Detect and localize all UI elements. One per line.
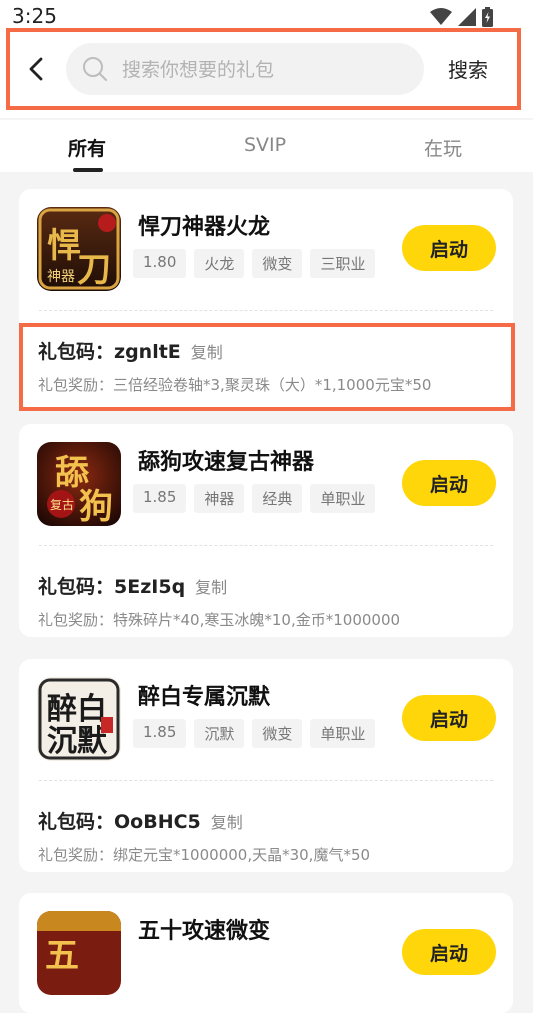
svg-text:五: 五 bbox=[45, 936, 79, 976]
divider bbox=[39, 780, 493, 781]
game-name: 舔狗攻速复古神器 bbox=[138, 450, 315, 475]
gift-code: 礼包码：OoBHC5 bbox=[38, 811, 201, 833]
divider bbox=[39, 545, 493, 546]
gift-code-row: 礼包码：OoBHC5 复制 bbox=[38, 807, 243, 834]
tag-list: 1.85 神器 经典 单职业 bbox=[133, 484, 376, 513]
game-name: 悍刀神器火龙 bbox=[138, 215, 271, 240]
tag: 沉默 bbox=[194, 719, 245, 748]
launch-button[interactable]: 启动 bbox=[402, 460, 496, 506]
gift-reward: 礼包奖励：绑定元宝*1000000,天晶*30,魔气*50 bbox=[38, 846, 371, 864]
game-logo-icon[interactable]: 醉白 沉默 bbox=[37, 677, 121, 761]
highlight-box bbox=[19, 323, 515, 411]
svg-text:沉默: 沉默 bbox=[47, 724, 108, 759]
version-tag: 1.80 bbox=[133, 249, 187, 278]
gift-card: 醉白 沉默 醉白专属沉默 1.85 沉默 微变 单职业 启动 礼包码：OoBHC… bbox=[19, 659, 513, 872]
svg-text:复古: 复古 bbox=[50, 497, 74, 512]
tab-all[interactable]: 所有 bbox=[68, 134, 106, 161]
copy-button[interactable]: 复制 bbox=[195, 574, 227, 598]
tag: 微变 bbox=[252, 719, 303, 748]
tab-bar: 所有 SVIP 在玩 bbox=[0, 120, 533, 172]
tag: 单职业 bbox=[310, 719, 376, 748]
svg-text:悍: 悍 bbox=[47, 226, 81, 266]
version-tag: 1.85 bbox=[133, 484, 187, 513]
tab-indicator bbox=[73, 168, 103, 172]
tag: 单职业 bbox=[310, 484, 376, 513]
tag: 微变 bbox=[252, 249, 303, 278]
svg-text:醉白: 醉白 bbox=[47, 692, 107, 727]
signal-icon bbox=[458, 8, 476, 26]
svg-text:狗: 狗 bbox=[79, 487, 113, 526]
svg-text:刀: 刀 bbox=[77, 250, 111, 290]
tab-playing[interactable]: 在玩 bbox=[424, 134, 462, 161]
gift-card: 五 五十攻速微变 启动 bbox=[19, 893, 513, 1013]
gift-reward: 礼包奖励：特殊碎片*40,寒玉冰魄*10,金币*1000000 bbox=[38, 611, 401, 629]
tag: 火龙 bbox=[194, 249, 245, 278]
game-logo-icon[interactable]: 五 bbox=[37, 911, 121, 995]
game-name: 醉白专属沉默 bbox=[138, 685, 271, 710]
gift-card: 舔 狗 复古 舔狗攻速复古神器 1.85 神器 经典 单职业 启动 礼包码：5E… bbox=[19, 424, 513, 637]
battery-icon bbox=[482, 7, 493, 27]
tag-list: 1.85 沉默 微变 单职业 bbox=[133, 719, 376, 748]
copy-button[interactable]: 复制 bbox=[211, 809, 243, 833]
gift-code: 礼包码：5EzI5q bbox=[38, 576, 186, 598]
version-tag: 1.85 bbox=[133, 719, 187, 748]
tag: 三职业 bbox=[310, 249, 376, 278]
game-logo-icon[interactable]: 悍 刀 神器 bbox=[37, 207, 121, 291]
launch-button[interactable]: 启动 bbox=[402, 929, 496, 975]
highlight-box bbox=[6, 28, 521, 110]
game-name: 五十攻速微变 bbox=[138, 919, 271, 944]
tab-svip[interactable]: SVIP bbox=[244, 134, 286, 156]
launch-button[interactable]: 启动 bbox=[402, 695, 496, 741]
divider bbox=[39, 310, 493, 311]
gift-code-row: 礼包码：5EzI5q 复制 bbox=[38, 572, 227, 599]
wifi-icon bbox=[430, 8, 452, 25]
status-time: 3:25 bbox=[12, 4, 57, 28]
launch-button[interactable]: 启动 bbox=[402, 225, 496, 271]
tag: 神器 bbox=[194, 484, 245, 513]
tag-list: 1.80 火龙 微变 三职业 bbox=[133, 249, 376, 278]
tag: 经典 bbox=[252, 484, 303, 513]
status-icons bbox=[430, 7, 493, 27]
game-logo-icon[interactable]: 舔 狗 复古 bbox=[37, 442, 121, 526]
svg-text:神器: 神器 bbox=[47, 269, 75, 285]
